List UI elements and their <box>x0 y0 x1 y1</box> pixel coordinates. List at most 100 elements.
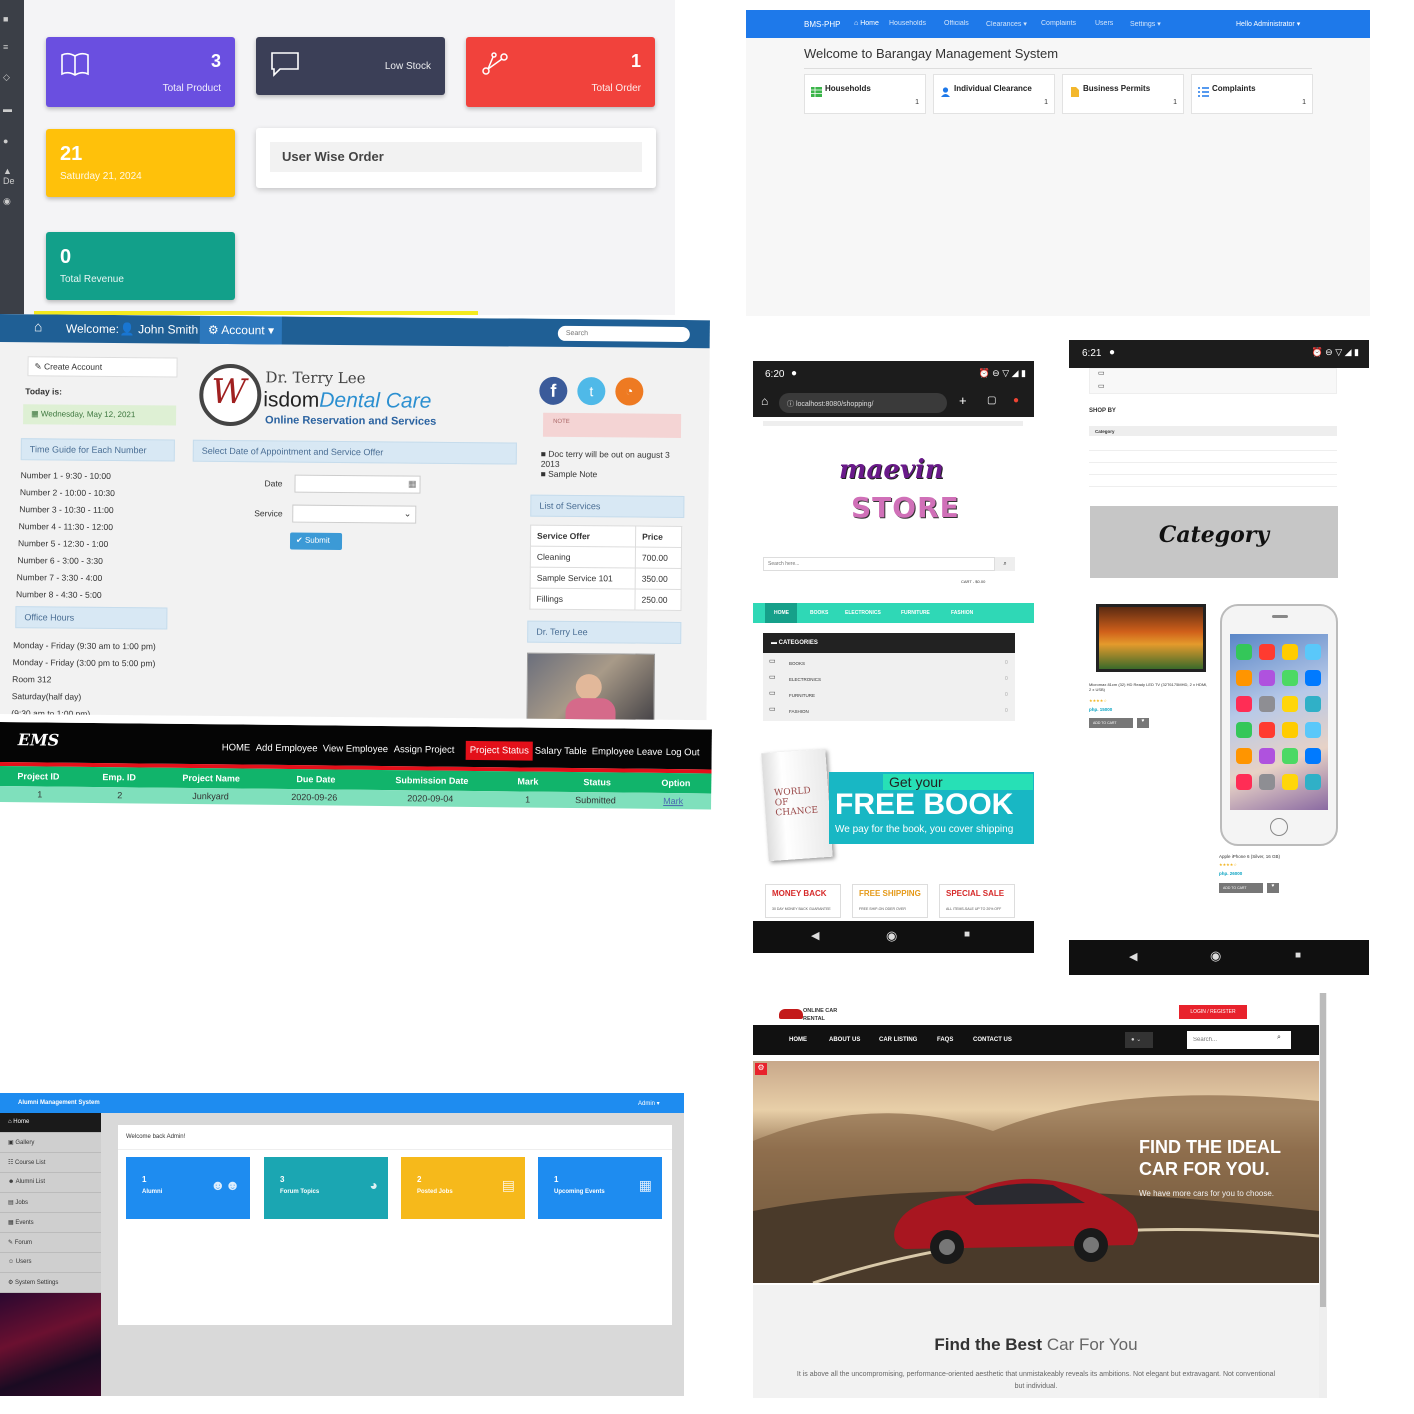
nav-item[interactable]: Salary Table <box>535 746 587 758</box>
nav-item[interactable]: View Employee <box>323 743 388 755</box>
car-nav-item[interactable]: FAQS <box>937 1037 953 1043</box>
new-tab-icon[interactable]: + <box>959 393 967 408</box>
search-input[interactable] <box>1187 1031 1291 1049</box>
settings-gear-icon[interactable]: ⚙ <box>755 1063 767 1075</box>
user-menu[interactable]: Hello Administrator ▾ <box>1236 20 1300 28</box>
user-dropdown[interactable]: ● ⌄ <box>1125 1032 1153 1048</box>
recents-icon[interactable]: ■ <box>964 929 970 940</box>
tabs-icon[interactable]: ▢ <box>987 395 996 406</box>
sidebar-item[interactable]: ✎ Forum <box>0 1233 101 1253</box>
nav-settings[interactable]: Settings ▾ <box>1130 20 1161 28</box>
add-to-cart-button[interactable]: ADD TO CART <box>1089 718 1133 728</box>
car-nav-item[interactable]: CONTACT US <box>973 1037 1012 1043</box>
search-input[interactable] <box>763 557 995 571</box>
sidebar-icon[interactable]: ▲ De <box>3 166 24 186</box>
feature-badge[interactable]: SPECIAL SALE ALL ITEMS-SALE UP TO 20% OFF <box>939 884 1015 918</box>
scrollbar[interactable] <box>1319 993 1327 1398</box>
store-menu-item[interactable]: ELECTRONICS <box>845 610 881 616</box>
nav-home[interactable]: ⌂ Home <box>854 20 879 27</box>
store-menu-item[interactable]: FASHION <box>951 610 973 616</box>
login-register-button[interactable]: LOGIN / REGISTER <box>1179 1005 1247 1019</box>
recents-icon[interactable]: ■ <box>1295 950 1301 961</box>
search-input[interactable] <box>557 325 690 343</box>
current-user[interactable]: 👤 John Smith <box>120 322 198 337</box>
nav-complaints[interactable]: Complaints <box>1041 20 1076 27</box>
store-logo-part-b[interactable]: STORE <box>851 491 960 524</box>
store-menu-item[interactable]: HOME <box>774 610 789 616</box>
ems-logo[interactable]: EMS <box>18 730 60 749</box>
site-logo[interactable]: ONLINE CAR RENTAL <box>803 1007 847 1023</box>
search-icon[interactable]: ⌕ <box>1277 1034 1281 1042</box>
home-icon[interactable]: ⌂ <box>34 318 43 334</box>
sidebar-item[interactable]: ☺ Users <box>0 1253 101 1273</box>
car-nav-item[interactable]: ABOUT US <box>829 1037 860 1043</box>
nav-households[interactable]: Households <box>889 20 926 27</box>
list-item[interactable]: ▭ ELECTRONICS 0 <box>763 673 1015 687</box>
back-icon[interactable]: ◀ <box>811 929 819 942</box>
submit-button[interactable]: ✔ Submit <box>289 532 343 550</box>
sidebar-item[interactable]: ▤ Jobs <box>0 1193 101 1213</box>
mark-link[interactable]: Mark <box>663 796 683 806</box>
back-icon[interactable]: ◀ <box>1129 950 1137 963</box>
sidebar-icon[interactable]: ◉ <box>3 196 11 207</box>
list-item[interactable]: ▭ FURNITURE 0 <box>763 689 1015 703</box>
nav-item[interactable]: Project Status <box>465 740 533 761</box>
create-account-button[interactable]: ✎ Create Account <box>27 356 178 378</box>
individual-clearance-card[interactable]: Individual Clearance 1 <box>933 74 1055 114</box>
total-revenue-card[interactable]: 0 Total Revenue <box>46 232 235 300</box>
feature-badge[interactable]: MONEY BACK 30 DAY MONEY BACK GUARANTEE <box>765 884 841 918</box>
service-select[interactable]: ⌄ <box>292 504 417 524</box>
twitter-icon[interactable]: t <box>577 377 606 406</box>
nav-users[interactable]: Users <box>1095 20 1113 27</box>
free-book-banner[interactable]: Get your FREE BOOK We pay for the book, … <box>829 772 1034 844</box>
search-icon[interactable]: ⌕ <box>995 557 1015 571</box>
nav-item[interactable]: Employee Leave <box>592 746 663 758</box>
sidebar-icon[interactable]: ● <box>3 136 8 146</box>
feature-badge[interactable]: FREE SHIPPING FREE SHIP-ON ODER OVER <box>852 884 928 918</box>
car-nav-item[interactable]: HOME <box>789 1037 807 1043</box>
home-button-icon[interactable]: ◉ <box>886 928 897 944</box>
stat-card[interactable]: 2 Posted Jobs ▤ <box>401 1157 525 1219</box>
nav-clearances[interactable]: Clearances ▾ <box>986 20 1027 28</box>
stat-card[interactable]: 1 Upcoming Events ▦ <box>538 1157 662 1219</box>
store-logo-part-a[interactable]: maevin <box>839 455 944 485</box>
total-product-card[interactable]: 3 Total Product <box>46 37 235 107</box>
sidebar-item[interactable]: ▦ Events <box>0 1213 101 1233</box>
home-button-icon[interactable]: ◉ <box>1210 948 1221 964</box>
rss-icon[interactable]: ◔ <box>615 377 644 406</box>
heart-icon[interactable]: ♥ <box>1137 718 1149 728</box>
complaints-card[interactable]: Complaints 1 <box>1191 74 1313 114</box>
business-permits-card[interactable]: Business Permits 1 <box>1062 74 1184 114</box>
bms-brand[interactable]: BMS-PHP <box>804 20 840 29</box>
menu-icon[interactable]: ● <box>1013 395 1019 406</box>
cart-total[interactable]: CART - $0.00 <box>961 579 985 584</box>
list-item[interactable]: ▭ FASHION 0 <box>763 705 1015 719</box>
tv-product-image[interactable] <box>1096 604 1206 672</box>
sidebar-icon[interactable]: ▬ <box>3 104 12 114</box>
iphone-product-name[interactable]: Apple iPhone 6 (Silver, 16 GB) <box>1219 854 1280 859</box>
low-stock-card[interactable]: Low Stock <box>256 37 445 95</box>
nav-item[interactable]: HOME <box>222 742 251 753</box>
households-card[interactable]: Households 1 <box>804 74 926 114</box>
alumni-title[interactable]: Alumni Management System <box>18 1100 100 1106</box>
list-item[interactable]: ▭ BOOKS 0 <box>763 657 1015 671</box>
store-menu-item[interactable]: FURNITURE <box>901 610 930 616</box>
account-menu[interactable]: ⚙ Account ▾ <box>199 315 283 345</box>
car-nav-item[interactable]: CAR LISTING <box>879 1037 917 1043</box>
sidebar-icon[interactable]: ■ <box>3 14 8 24</box>
total-order-card[interactable]: 1 Total Order <box>466 37 655 107</box>
add-to-cart-button[interactable]: ADD TO CART <box>1219 883 1263 893</box>
sidebar-icon[interactable]: ◇ <box>3 72 10 83</box>
sidebar-item[interactable]: ⌂ Home <box>0 1113 101 1133</box>
iphone-product-image[interactable] <box>1220 604 1338 846</box>
calendar-icon[interactable]: ▦ <box>408 479 417 490</box>
admin-menu[interactable]: Admin ▾ <box>638 1100 660 1107</box>
nav-item[interactable]: Log Out <box>666 747 700 758</box>
nav-item[interactable]: Add Employee <box>256 743 318 755</box>
sidebar-item[interactable]: ⚙ System Settings <box>0 1273 101 1293</box>
home-icon[interactable]: ⌂ <box>761 394 768 408</box>
sidebar-item[interactable]: ☻ Alumni List <box>0 1173 101 1193</box>
store-menu-item[interactable]: BOOKS <box>810 610 828 616</box>
date-card[interactable]: 21 Saturday 21, 2024 <box>46 129 235 197</box>
sidebar-item[interactable]: ☷ Course List <box>0 1153 101 1173</box>
